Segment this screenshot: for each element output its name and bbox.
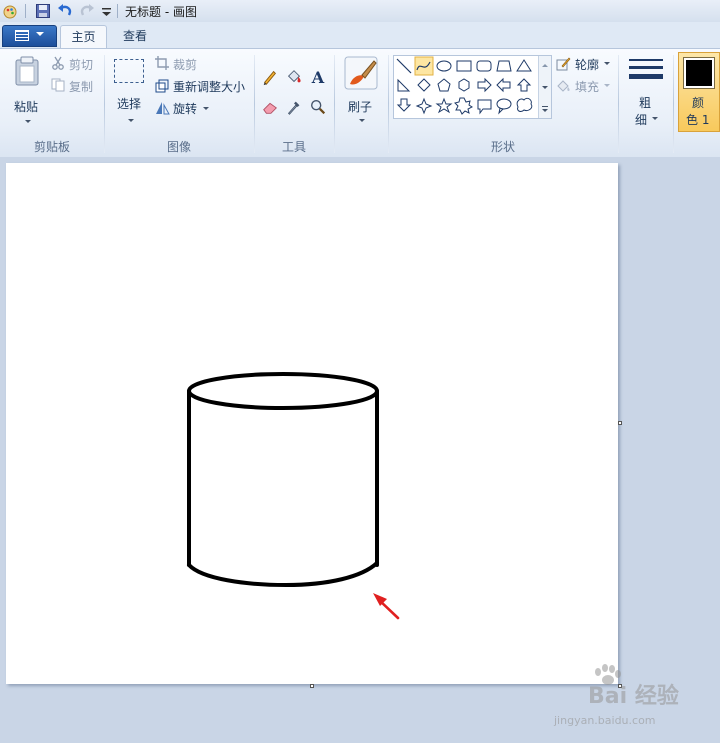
rotate-label: 旋转 [173,102,198,116]
scroll-down-icon[interactable] [542,86,548,89]
scissors-icon [52,56,64,70]
copy-label: 复制 [69,80,94,94]
image-group: 选择 裁剪 重新调整大小 旋转 图像 [105,49,253,157]
canvas-resize-handle-right[interactable] [618,421,622,425]
size-label-line1: 粗 [639,96,652,110]
annotation-arrow [373,593,400,620]
brushes-label: 刷子 [348,100,373,114]
cut-label: 剪切 [69,58,94,72]
chevron-down-icon [25,120,31,123]
tab-view[interactable]: 查看 [112,25,158,48]
baidu-watermark: Bai 经验 jingyan.baidu.com [552,664,702,730]
fill-label: 填充 [575,80,600,94]
resize-button[interactable]: 重新调整大小 [155,77,251,95]
magnifier-icon[interactable] [308,97,328,117]
color1-swatch [686,60,712,86]
fill-bucket-icon[interactable] [284,67,304,87]
gallery-expand-icon[interactable] [542,109,548,112]
group-separator [334,55,335,153]
gallery-more-line [542,106,548,107]
clipboard-icon [15,56,39,86]
clipboard-group: 粘贴 剪切 复制 剪贴板 [0,49,104,157]
group-separator [673,55,674,153]
save-icon[interactable] [35,3,51,19]
tab-home[interactable]: 主页 [60,25,107,49]
selection-rect-icon [114,59,144,83]
canvas-resize-handle-bottom[interactable] [310,684,314,688]
cut-button[interactable]: 剪切 [51,55,99,73]
paste-label: 粘贴 [14,100,39,114]
crop-label: 裁剪 [173,58,198,72]
customize-qat-icon[interactable] [99,3,115,19]
crop-button[interactable]: 裁剪 [155,55,215,73]
cylinder-top-ellipse [187,372,379,410]
select-button[interactable]: 选择 [111,53,147,129]
color1-label-line2: 色 1 [686,113,710,127]
file-menu-button[interactable] [2,25,57,47]
outline-label: 轮廓 [575,58,600,72]
color1-label-line1: 颜 [692,96,705,110]
chevron-down-icon [203,107,209,110]
chevron-down-icon [359,119,365,122]
cylinder-drawing [187,372,379,588]
chevron-down-icon [36,32,44,36]
ribbon: 粘贴 剪切 复制 剪贴板 选择 裁剪 重新调整大小 旋转 图像 A 工具 刷子 … [0,48,720,158]
redo-icon[interactable] [79,3,95,19]
undo-icon[interactable] [57,3,73,19]
cylinder-bottom-curve [187,561,379,588]
chevron-down-icon [128,119,134,122]
paste-button[interactable]: 粘贴 [8,53,46,129]
size-line-medium [629,66,663,69]
size-line-thick [629,74,663,79]
brush-icon [344,56,378,90]
copy-icon [51,78,65,92]
size-line-thin [629,59,663,61]
brushes-button[interactable]: 刷子 [338,53,384,133]
size-label-line2: 细 [635,113,648,127]
title-divider [117,4,118,18]
scroll-up-icon[interactable] [542,64,548,67]
title-bar: 无标题 - 画图 [0,0,720,23]
tools-group: A 工具 [255,49,333,157]
resize-label: 重新调整大小 [173,80,246,94]
window-title: 无标题 - 画图 [125,5,197,19]
group-separator [618,55,619,153]
clipboard-group-label: 剪贴板 [33,140,70,154]
chevron-down-icon [604,62,610,65]
shapes-group: 轮廓 填充 形状 [389,49,617,157]
color-picker-icon[interactable] [284,97,304,117]
resize-icon [155,79,169,93]
menu-lines-icon [15,30,29,41]
color1-button[interactable]: 颜 色 1 [678,52,720,132]
tools-group-label: 工具 [281,140,306,154]
chevron-down-icon [652,117,658,120]
qat-divider [25,4,26,18]
eraser-icon[interactable] [260,97,280,117]
chevron-down-icon [604,84,610,87]
shapes-group-label: 形状 [490,140,515,154]
fill-button[interactable]: 填充 [556,77,616,95]
watermark-url: jingyan.baidu.com [554,714,656,727]
canvas-drawing [187,372,400,620]
color1-swatch-frame [683,57,715,89]
copy-button[interactable]: 复制 [51,77,99,95]
watermark-brand: Bai 经验 [588,684,679,709]
paint-app-icon[interactable] [2,3,18,19]
shapes-gallery-icons [396,56,533,115]
image-group-label: 图像 [166,140,191,154]
shapes-gallery-scrollbar[interactable] [538,56,551,118]
text-tool-icon[interactable]: A [308,67,328,87]
size-button[interactable]: 粗 细 [624,53,668,133]
select-label: 选择 [117,97,142,111]
fill-icon [557,80,570,92]
crop-icon [155,56,169,70]
rotate-button[interactable]: 旋转 [155,99,215,117]
outline-button[interactable]: 轮廓 [556,55,616,73]
shapes-gallery [393,55,552,119]
rotate-icon [156,102,170,115]
outline-icon [556,57,571,71]
pencil-icon[interactable] [260,67,280,87]
ribbon-tab-row: 主页 查看 [0,22,720,49]
